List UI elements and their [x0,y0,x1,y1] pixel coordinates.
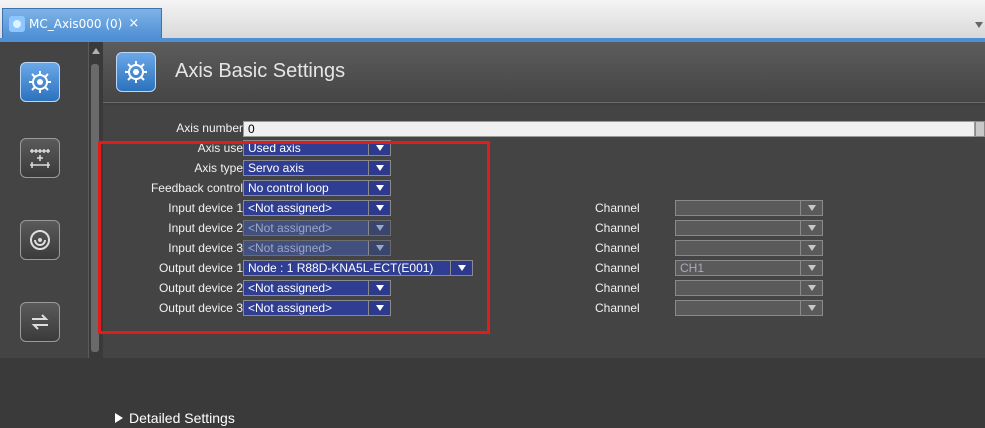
settings-panel: Axis Basic Settings Axis number 0 Axis u… [103,42,985,428]
output-device-1-row: Output device 1 Node : 1 R88D-KNA5L-ECT(… [103,260,985,276]
channel-label: Channel [595,261,640,275]
output-device-2-row: Output device 2 <Not assigned> Channel [103,280,985,296]
channel-label: Channel [595,241,640,255]
output-device-3-label: Output device 3 [158,301,243,315]
output-device-3-value: <Not assigned> [248,301,333,315]
channel-select[interactable] [675,300,823,316]
chevron-down-icon[interactable] [450,261,472,275]
gear-icon [9,15,25,32]
swap-arrows-icon [31,314,49,330]
input-device-2-value: <Not assigned> [248,221,333,235]
operation-nav-button[interactable] [20,220,60,260]
input-device-1-value: <Not assigned> [248,201,333,215]
input-device-2-select: <Not assigned> [243,220,391,236]
axis-use-row: Axis use Used axis [103,140,985,156]
channel-label: Channel [595,221,640,235]
settings-grid: Axis number 0 Axis use Used axis Axis ty… [103,106,985,428]
editor-tab-bar: MC_Axis000 (0) × [0,0,985,39]
rotation-icon [30,230,50,250]
tab-menu-icon[interactable] [975,22,983,28]
feedback-control-select[interactable]: No control loop [243,180,391,196]
chevron-down-icon[interactable] [368,161,390,175]
chevron-down-icon[interactable] [368,301,390,315]
axis-type-row: Axis type Servo axis [103,160,985,176]
channel-select[interactable] [675,280,823,296]
chevron-down-icon[interactable] [800,301,822,315]
input-device-3-value: <Not assigned> [248,241,333,255]
gear-icon [29,71,51,93]
feedback-control-value: No control loop [248,181,329,195]
ruler-icon [30,149,50,168]
channel-select[interactable] [675,200,823,216]
axis-use-label: Axis use [197,141,243,155]
panel-header: Axis Basic Settings [103,42,985,103]
output-device-1-label: Output device 1 [158,261,243,275]
output-device-1-select[interactable]: Node : 1 R88D-KNA5L-ECT(E001) [243,260,473,276]
chevron-down-icon[interactable] [800,241,822,255]
channel-select[interactable]: CH1 [675,260,823,276]
channel-label: Channel [595,281,640,295]
axis-number-row: Axis number 0 [103,120,985,137]
unit-conversion-nav-button[interactable] [20,138,60,178]
output-device-1-value: Node : 1 R88D-KNA5L-ECT(E001) [248,261,434,275]
chevron-down-icon[interactable] [368,281,390,295]
axis-type-value: Servo axis [248,161,305,175]
channel-label: Channel [595,201,640,215]
input-device-3-row: Input device 3 <Not assigned> Channel [103,240,985,256]
axis-tab[interactable]: MC_Axis000 (0) × [2,8,162,38]
gear-icon [116,52,156,92]
chevron-down-icon [368,241,390,255]
axis-type-select[interactable]: Servo axis [243,160,391,176]
input-device-2-label: Input device 2 [168,221,243,235]
axis-number-label: Axis number [176,121,243,135]
axis-use-select[interactable]: Used axis [243,140,391,156]
chevron-down-icon[interactable] [800,261,822,275]
axis-type-label: Axis type [194,161,243,175]
output-device-2-select[interactable]: <Not assigned> [243,280,391,296]
scrollbar-thumb[interactable] [91,64,99,352]
detailed-settings-toggle[interactable]: Detailed Settings [111,408,239,428]
panel-scrollbar[interactable] [975,121,985,137]
channel-value: CH1 [680,261,705,275]
chevron-down-icon[interactable] [800,281,822,295]
basic-settings-nav-button[interactable] [20,62,60,102]
chevron-down-icon[interactable] [800,221,822,235]
input-device-1-label: Input device 1 [168,201,243,215]
axis-tab-title: MC_Axis000 (0) [29,16,123,31]
chevron-down-icon[interactable] [368,141,390,155]
left-navigation [0,42,88,358]
chevron-down-icon [368,221,390,235]
feedback-control-row: Feedback control No control loop [103,180,985,196]
output-device-3-select[interactable]: <Not assigned> [243,300,391,316]
channel-select[interactable] [675,240,823,256]
close-icon[interactable]: × [128,16,139,31]
output-device-2-label: Output device 2 [158,281,243,295]
scroll-up-icon[interactable] [92,48,100,54]
page-title: Axis Basic Settings [175,60,346,82]
axis-number-field[interactable]: 0 [243,121,975,137]
input-device-3-label: Input device 3 [168,241,243,255]
output-device-3-row: Output device 3 <Not assigned> Channel [103,300,985,316]
channel-label: Channel [595,301,640,315]
input-device-1-row: Input device 1 <Not assigned> Channel [103,200,985,216]
input-device-3-select: <Not assigned> [243,240,391,256]
chevron-down-icon[interactable] [368,201,390,215]
axis-use-value: Used axis [248,141,301,155]
feedback-control-label: Feedback control [150,181,243,195]
chevron-down-icon[interactable] [800,201,822,215]
output-device-2-value: <Not assigned> [248,281,333,295]
channel-select[interactable] [675,220,823,236]
input-device-2-row: Input device 2 <Not assigned> Channel [103,220,985,236]
detailed-settings-label: Detailed Settings [129,410,235,426]
expand-arrow-icon [115,413,123,423]
vertical-scroll-area[interactable] [88,42,103,358]
chevron-down-icon[interactable] [368,181,390,195]
limit-nav-button[interactable] [20,302,60,342]
input-device-1-select[interactable]: <Not assigned> [243,200,391,216]
